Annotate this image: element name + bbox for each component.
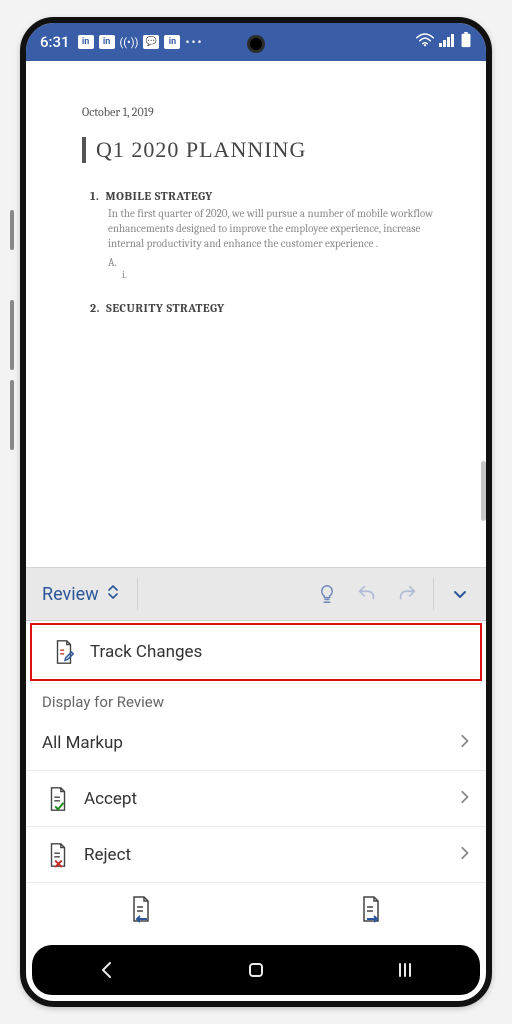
- home-button[interactable]: [226, 960, 286, 980]
- linkedin-icon: in: [164, 35, 180, 49]
- accept-label: Accept: [84, 789, 458, 809]
- document-canvas[interactable]: October 1, 2019 Q1 2020 PLANNING 1. MOBI…: [26, 61, 486, 567]
- next-change-button[interactable]: [358, 895, 384, 927]
- phone-side-button: [10, 300, 14, 370]
- clock: 6:31: [40, 33, 70, 51]
- phone-side-button: [10, 210, 14, 250]
- battery-icon: [460, 32, 472, 52]
- section-number: 1.: [90, 189, 99, 203]
- undo-button[interactable]: [347, 574, 387, 614]
- reject-label: Reject: [84, 845, 458, 865]
- status-app-icons: in in ((•)) 💬 in: [78, 35, 204, 50]
- accept-icon: [42, 786, 74, 812]
- track-changes-row[interactable]: Track Changes: [30, 623, 482, 681]
- android-nav-bar: [32, 945, 480, 995]
- signal-icon: [439, 33, 455, 51]
- section-heading: MOBILE STRATEGY: [106, 189, 213, 203]
- status-system-icons: [416, 32, 472, 52]
- track-changes-icon: [48, 639, 80, 665]
- accept-row[interactable]: Accept: [26, 771, 486, 827]
- camera-hole: [247, 35, 265, 53]
- track-changes-label: Track Changes: [90, 642, 464, 662]
- scroll-indicator[interactable]: [481, 461, 486, 521]
- section-heading: SECURITY STRATEGY: [106, 301, 225, 315]
- recents-button[interactable]: [375, 960, 435, 980]
- previous-change-button[interactable]: [128, 895, 154, 927]
- collapse-ribbon-button[interactable]: [440, 574, 480, 614]
- messages-icon: 💬: [143, 35, 159, 49]
- tell-me-button[interactable]: [307, 574, 347, 614]
- chevron-updown-icon: [105, 584, 121, 605]
- section: 2. SECURITY STRATEGY: [90, 301, 446, 315]
- redo-button[interactable]: [387, 574, 427, 614]
- section-sub: A.: [108, 256, 446, 269]
- all-markup-label: All Markup: [42, 733, 458, 753]
- phone-side-button: [10, 380, 14, 450]
- section: 1. MOBILE STRATEGY In the first quarter …: [90, 189, 446, 281]
- document-title: Q1 2020 PLANNING: [82, 137, 446, 163]
- wifi-icon: [416, 33, 434, 51]
- display-for-review-label: Display for Review: [26, 683, 486, 715]
- change-nav-row: [26, 883, 486, 939]
- chevron-right-icon: [458, 845, 470, 865]
- reject-row[interactable]: Reject: [26, 827, 486, 883]
- ribbon-toolbar: Review: [26, 567, 486, 621]
- more-notifications-icon: [185, 35, 203, 50]
- chevron-right-icon: [458, 733, 470, 753]
- section-subsub: i.: [122, 269, 446, 281]
- back-button[interactable]: [77, 960, 137, 980]
- review-panel: Track Changes Display for Review All Mar…: [26, 621, 486, 939]
- linkedin-icon: in: [99, 35, 115, 49]
- section-number: 2.: [90, 301, 100, 315]
- section-body: In the first quarter of 2020, we will pu…: [108, 207, 446, 252]
- phone-frame: 6:31 in in ((•)) 💬 in: [20, 17, 492, 1007]
- hotspot-icon: ((•)): [120, 36, 139, 49]
- ribbon-tab-label: Review: [42, 584, 99, 605]
- linkedin-icon: in: [78, 35, 94, 49]
- document-date: October 1, 2019: [82, 105, 446, 119]
- divider: [433, 578, 434, 610]
- divider: [137, 578, 138, 610]
- all-markup-row[interactable]: All Markup: [26, 715, 486, 771]
- chevron-right-icon: [458, 789, 470, 809]
- ribbon-tab-selector[interactable]: Review: [32, 578, 131, 611]
- reject-icon: [42, 842, 74, 868]
